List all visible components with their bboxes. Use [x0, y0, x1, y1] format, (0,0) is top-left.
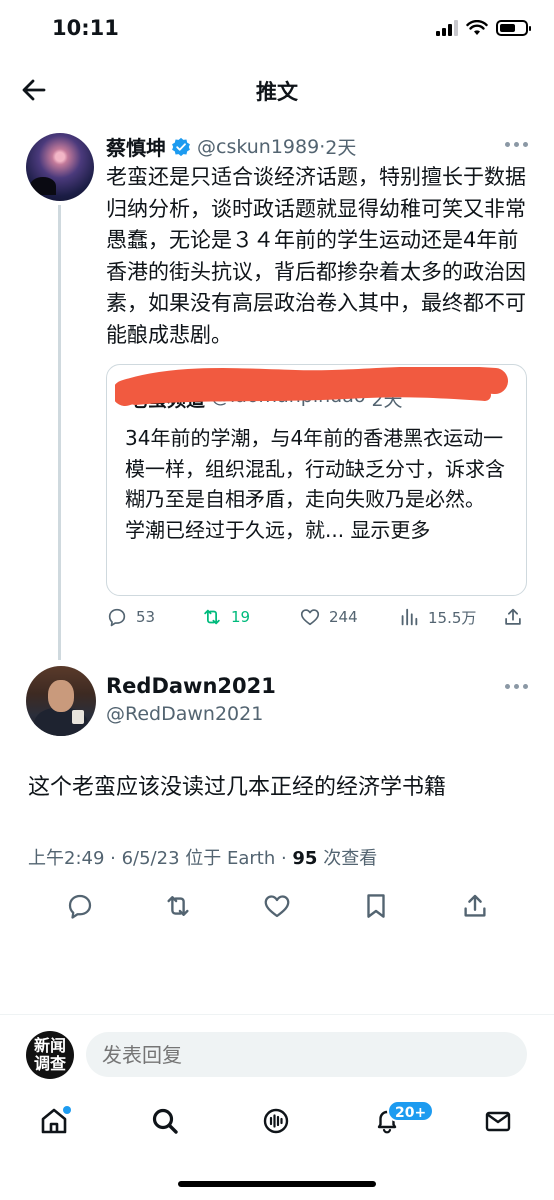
main-tweet-actions — [0, 891, 554, 925]
main-tweet-avatar[interactable] — [26, 666, 96, 736]
cellular-signal-icon — [436, 20, 458, 36]
view-count: 95 — [292, 848, 318, 869]
status-bar: 10:11 — [0, 0, 554, 60]
main-tweet-text: 这个老蛮应该没读过几本正经的经济学书籍 — [28, 775, 447, 800]
heart-icon[interactable] — [262, 891, 292, 921]
quoted-tweet-body-truncated: 学潮已经过于久远，就... — [125, 517, 345, 542]
retweet-action[interactable]: 19 — [201, 606, 250, 628]
avatar-text-line-1: 新闻 — [33, 1036, 66, 1055]
share-icon[interactable] — [460, 891, 490, 921]
parent-tweet-avatar[interactable] — [26, 133, 94, 201]
main-author-name[interactable]: RedDawn2021 — [106, 674, 276, 698]
retweet-icon — [204, 609, 220, 625]
quoted-tweet-text: 34年前的学潮，与4年前的香港黑衣运动一模一样，组织混乱，行动缺乏分寸，诉求含糊… — [125, 423, 515, 545]
mail-icon — [485, 1111, 511, 1132]
like-count: 244 — [329, 608, 358, 626]
current-user-avatar[interactable]: 新闻 调查 — [26, 1031, 74, 1079]
show-more-link[interactable]: 显示更多 — [350, 518, 430, 542]
parent-author-handle[interactable]: @cskun1989 — [197, 136, 319, 158]
parent-tweet-header: 蔡慎坤 @cskun1989 · 2天 — [106, 132, 524, 161]
retweet-count: 19 — [231, 608, 251, 626]
status-time: 10:11 — [52, 16, 119, 40]
top-nav: 推文 — [0, 62, 554, 118]
reply-bar-divider — [0, 1014, 554, 1015]
parent-author-name[interactable]: 蔡慎坤 — [106, 132, 166, 161]
main-author-handle[interactable]: @RedDawn2021 — [106, 703, 263, 725]
reply-action[interactable]: 53 — [106, 606, 155, 628]
redaction-scribble — [115, 367, 508, 406]
views-label: 次查看 — [317, 848, 378, 869]
share-icon — [505, 608, 521, 625]
bookmark-icon[interactable] — [361, 891, 391, 921]
reply-input[interactable] — [86, 1032, 527, 1077]
quoted-tweet-body: 34年前的学潮，与4年前的香港黑衣运动一模一样，组织混乱，行动缺乏分寸，诉求含糊… — [125, 426, 505, 511]
views-action[interactable]: 15.5万 — [398, 606, 476, 628]
status-icons — [436, 20, 531, 36]
quoted-tweet-card[interactable]: 老蛮频道 @laomanpindao 2天 34年前的学潮，与4年前的香港黑衣运… — [106, 364, 527, 596]
verified-badge-icon — [172, 137, 190, 156]
tab-messages[interactable] — [483, 1106, 517, 1140]
notifications-badge: 20+ — [387, 1100, 435, 1122]
home-indicator — [178, 1181, 376, 1187]
avatar-text-line-2: 调查 — [33, 1054, 66, 1073]
home-unread-dot — [63, 1106, 71, 1114]
search-icon — [152, 1108, 178, 1134]
retweet-icon[interactable] — [163, 891, 193, 921]
spaces-icon — [263, 1108, 289, 1134]
more-options-icon[interactable] — [505, 684, 529, 692]
more-options-icon[interactable] — [505, 142, 529, 150]
parent-tweet-age: 2天 — [325, 137, 357, 159]
reply-count: 53 — [136, 608, 156, 626]
thread-connector — [58, 205, 61, 660]
views-count: 15.5万 — [428, 608, 477, 627]
tab-search[interactable] — [150, 1106, 184, 1140]
reply-icon[interactable] — [65, 891, 95, 921]
parent-tweet-actions: 53 19 244 15.5万 — [106, 606, 526, 636]
share-action[interactable] — [502, 606, 524, 628]
parent-tweet-text: 老蛮还是只适合谈经济话题，特别擅长于数据归纳分析，谈时政话题就显得幼稚可笑又非常… — [106, 165, 526, 347]
page-title: 推文 — [256, 80, 298, 104]
main-tweet-meta: 上午2:49 · 6/5/23 位于 Earth · 95 次查看 — [28, 844, 377, 870]
heart-icon — [300, 609, 320, 626]
tab-spaces[interactable] — [261, 1106, 295, 1140]
tab-home[interactable] — [39, 1106, 73, 1140]
timestamp-location: 上午2:49 · 6/5/23 位于 Earth · — [28, 848, 293, 869]
bottom-tab-bar — [0, 1098, 554, 1150]
battery-icon — [496, 20, 531, 36]
wifi-icon — [466, 20, 488, 35]
reply-icon — [108, 608, 126, 627]
like-action[interactable]: 244 — [299, 606, 358, 628]
analytics-icon — [401, 608, 418, 626]
